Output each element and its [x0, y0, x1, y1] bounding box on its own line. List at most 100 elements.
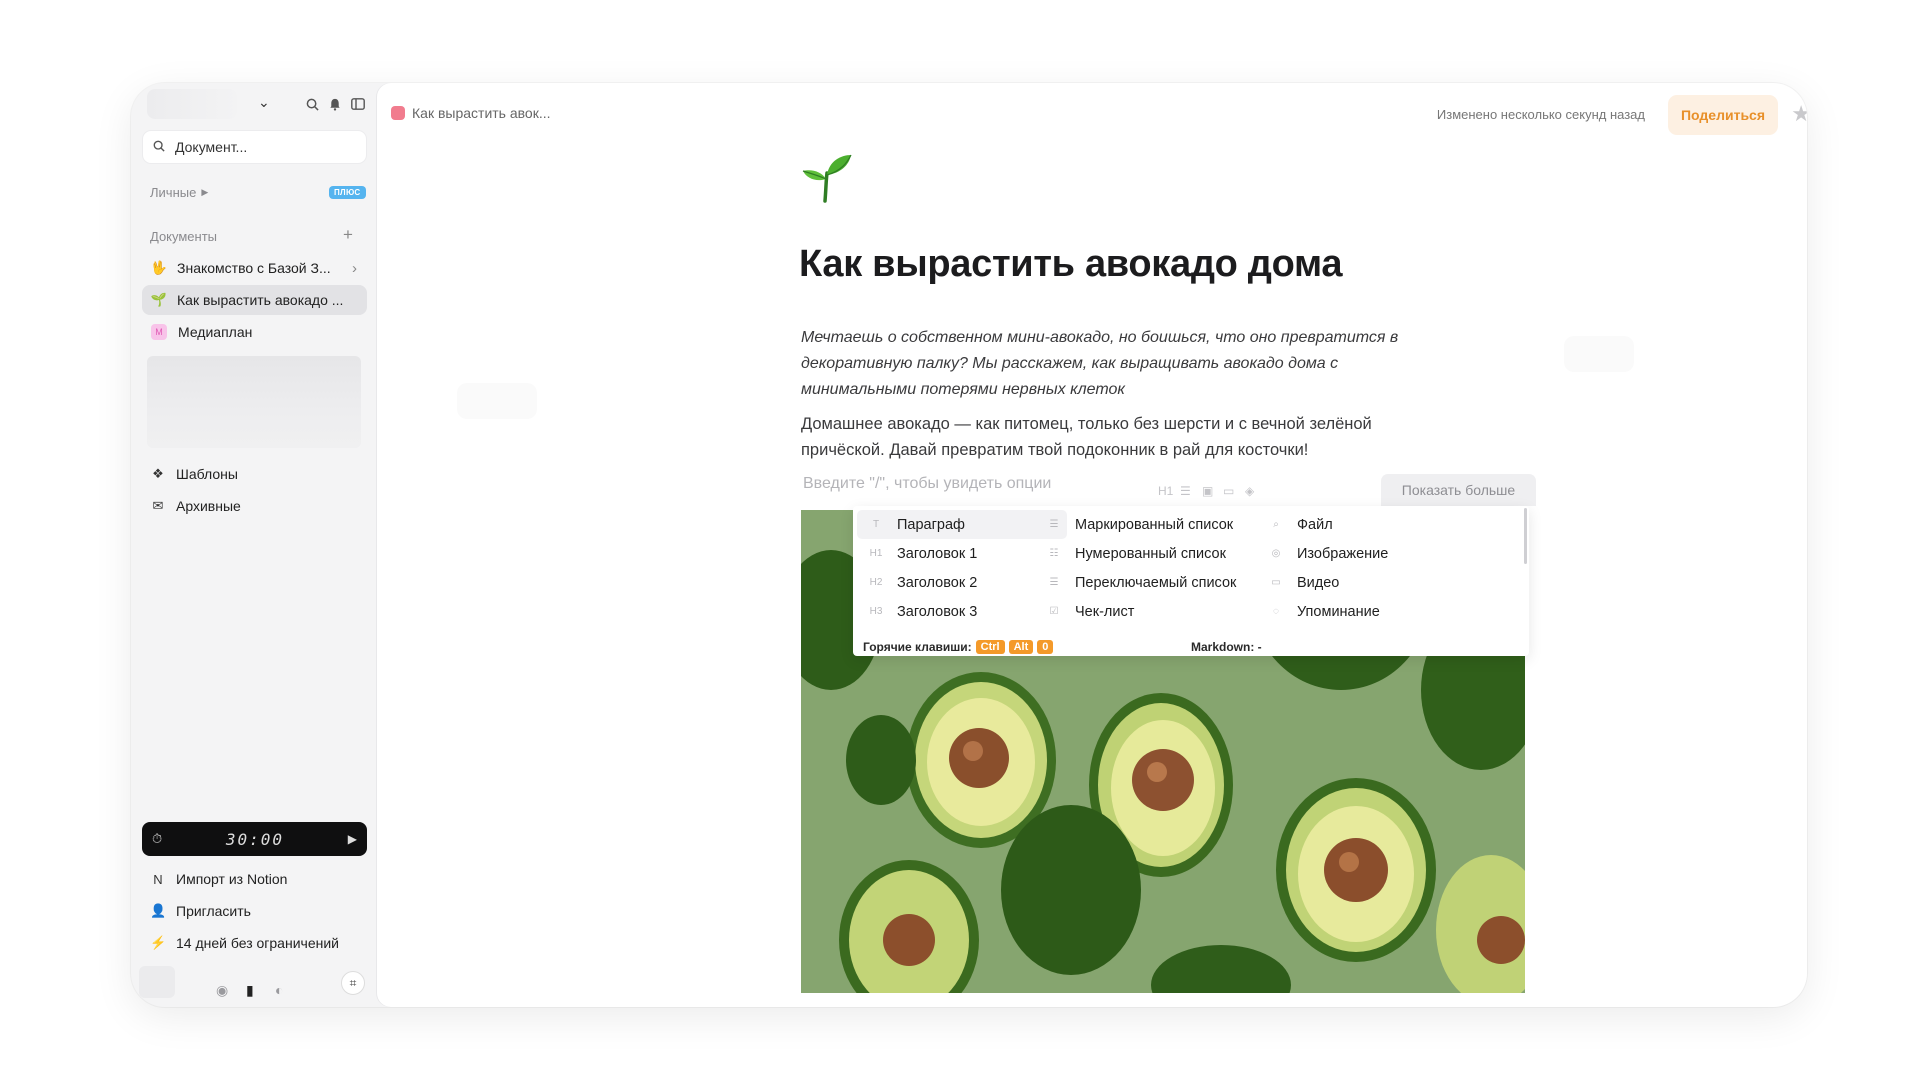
share-button[interactable]: Поделиться: [1668, 95, 1778, 135]
video-icon: ▭: [1271, 577, 1281, 588]
sidebar-item-doc-intro[interactable]: 🖖 Знакомство с Базой З... ›: [142, 253, 367, 283]
notion-icon: N: [153, 871, 163, 887]
block-placeholder[interactable]: Введите "/", чтобы увидеть опции: [803, 475, 1051, 493]
editor-area: Как вырастить авок... Изменено несколько…: [377, 83, 1807, 1007]
personal-label: Личные: [150, 185, 197, 200]
sidebar-item-doc-avocado[interactable]: 🌱 Как вырастить авокадо ...: [142, 285, 367, 315]
timer-value: 30:00: [225, 829, 285, 849]
menu-item-bulleted-list[interactable]: ☰ Маркированный список: [1035, 510, 1245, 539]
video-icon[interactable]: ▭: [1223, 484, 1234, 498]
invite-label: Пригласить: [176, 903, 251, 919]
hotkeys-label: Горячие клавиши:: [863, 640, 972, 654]
seedling-icon[interactable]: [801, 151, 853, 203]
play-icon[interactable]: ▶: [348, 832, 357, 846]
sidebar-item-templates[interactable]: ❖ Шаблоны: [150, 462, 238, 486]
trial-label: 14 дней без ограничений: [176, 935, 339, 951]
ai-icon[interactable]: ◈: [1245, 484, 1254, 498]
blurred-content: [147, 356, 361, 448]
bell-icon[interactable]: [324, 93, 346, 115]
menu-item-file[interactable]: ⌕ Файл: [1257, 510, 1467, 539]
menu-item-image[interactable]: ◎ Изображение: [1257, 539, 1467, 568]
hotkeys-hint: Горячие клавиши: Ctrl Alt 0: [863, 640, 1054, 654]
menu-item-label: Заголовок 1: [897, 545, 978, 562]
menu-item-label: Параграф: [897, 516, 965, 533]
menu-item-toggle-list[interactable]: ☰ Переключаемый список: [1035, 568, 1245, 597]
heading-icon[interactable]: H1: [1158, 484, 1173, 498]
page-title[interactable]: Как вырастить авокадо дома: [799, 243, 1342, 286]
keyboard-shortcuts-icon[interactable]: ⌗: [341, 971, 365, 995]
breadcrumb[interactable]: Как вырастить авок...: [391, 105, 551, 121]
sidebar-item-label: Медиаплан: [178, 324, 253, 340]
numbered-list-icon: ☷: [1049, 548, 1059, 559]
menu-item-mention[interactable]: ◌ Упоминание: [1257, 597, 1467, 626]
key-alt: Alt: [1008, 640, 1034, 654]
menu-item-label: Упоминание: [1297, 603, 1380, 620]
plan-badge: ПЛЮС: [329, 186, 366, 199]
menu-item-label: Файл: [1297, 516, 1333, 533]
key-ctrl: Ctrl: [975, 640, 1005, 654]
mediaplan-doc-icon: М: [151, 324, 167, 340]
show-more-button[interactable]: Показать больше: [1381, 474, 1536, 506]
vulcan-hand-icon: 🖖: [150, 260, 168, 275]
image-icon[interactable]: ▣: [1202, 484, 1213, 498]
sidebar-item-trial[interactable]: ⚡ 14 дней без ограничений: [150, 931, 339, 955]
templates-label: Шаблоны: [176, 466, 238, 482]
user-avatar[interactable]: [139, 966, 175, 998]
checkbox-icon: ☑: [1049, 606, 1059, 617]
app-window: ⌄ Личные ▶ ПЛЮС Документы + 🖖 Знакомство…: [131, 83, 1807, 1007]
star-icon[interactable]: ★: [1791, 101, 1807, 127]
theme-auto-icon[interactable]: ◐: [275, 982, 283, 998]
heading-3-icon: H3: [869, 606, 883, 617]
menu-item-label: Заголовок 3: [897, 603, 978, 620]
chevron-down-icon[interactable]: ⌄: [258, 94, 278, 114]
lightning-icon: ⚡: [150, 935, 167, 950]
theme-dark-icon[interactable]: ▮: [246, 982, 254, 999]
blurred-element: [1564, 336, 1634, 372]
sidebar-item-import[interactable]: N Импорт из Notion: [150, 867, 287, 891]
sidebar-item-label: Знакомство с Базой З...: [177, 260, 331, 276]
mention-icon: ◌: [1273, 606, 1279, 617]
menu-item-label: Изображение: [1297, 545, 1389, 562]
search-input[interactable]: [175, 139, 345, 155]
sidebar-toggle-icon[interactable]: [347, 93, 369, 115]
sidebar-item-archive[interactable]: ✉ Архивные: [150, 494, 241, 518]
sidebar-item-doc-mediaplan[interactable]: М Медиаплан: [142, 317, 367, 347]
theme-light-icon[interactable]: ◉: [216, 982, 228, 999]
breadcrumb-label: Как вырастить авок...: [412, 105, 551, 121]
bulleted-list-icon: ☰: [1049, 519, 1059, 530]
lead-paragraph[interactable]: Мечтаешь о собственном мини-авокадо, но …: [801, 325, 1451, 403]
caret-right-icon: ▶: [201, 187, 209, 197]
add-document-icon[interactable]: +: [343, 225, 353, 245]
chevron-right-icon[interactable]: ›: [352, 260, 357, 277]
menu-item-label: Нумерованный список: [1075, 545, 1226, 562]
last-edited-status: Изменено несколько секунд назад: [1436, 107, 1645, 122]
search-field[interactable]: [142, 130, 367, 164]
body-paragraph[interactable]: Домашнее авокадо — как питомец, только б…: [801, 411, 1451, 463]
toggle-list-icon: ☰: [1049, 577, 1059, 588]
menu-item-numbered-list[interactable]: ☷ Нумерованный список: [1035, 539, 1245, 568]
pomodoro-timer[interactable]: ⏱ 30:00 ▶: [142, 822, 367, 856]
doc-icon: [391, 106, 405, 120]
sidebar-item-invite[interactable]: 👤 Пригласить: [150, 899, 251, 923]
personal-section[interactable]: Личные ▶: [150, 185, 208, 200]
blurred-element: [457, 383, 537, 419]
add-user-icon: 👤: [150, 903, 167, 918]
menu-item-label: Чек-лист: [1075, 603, 1135, 620]
search-icon[interactable]: [301, 93, 323, 115]
heading-2-icon: H2: [869, 577, 883, 588]
menu-item-label: Маркированный список: [1075, 516, 1234, 533]
sidebar-item-label: Как вырастить авокадо ...: [177, 292, 344, 308]
menu-item-label: Видео: [1297, 574, 1340, 591]
block-type-menu: T Параграф H1 Заголовок 1 H2 Заголовок 2 H3…: [853, 506, 1529, 656]
menu-scrollbar[interactable]: [1524, 508, 1527, 564]
text-icon: T: [872, 519, 880, 530]
workspace-switcher[interactable]: [147, 89, 237, 119]
menu-item-video[interactable]: ▭ Видео: [1257, 568, 1467, 597]
archive-icon: ✉: [152, 498, 164, 513]
list-icon[interactable]: ☰: [1180, 484, 1191, 498]
paperclip-icon: ⌕: [1273, 519, 1279, 530]
templates-icon: ❖: [152, 466, 164, 481]
search-icon: [153, 140, 165, 155]
documents-section-label: Документы: [150, 229, 218, 244]
menu-item-checklist[interactable]: ☑ Чек-лист: [1035, 597, 1245, 626]
